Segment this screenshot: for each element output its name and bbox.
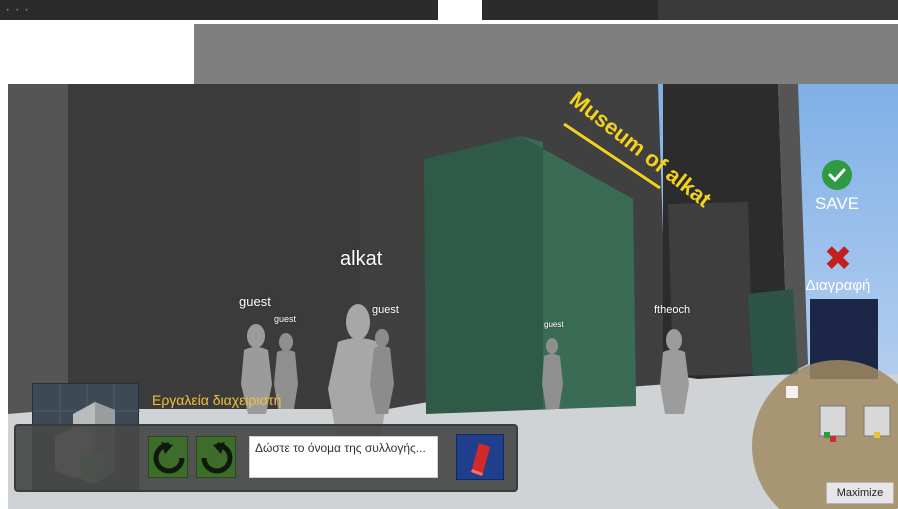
collection-name-placeholder: Δώστε το όνομα της συλλογής... — [255, 441, 426, 455]
eraser-button[interactable] — [456, 434, 504, 480]
building-left-edge — [8, 84, 68, 414]
delete-button[interactable]: ✖ Διαγραφή — [798, 239, 878, 299]
titlebar-right-strip — [658, 0, 898, 20]
save-label: SAVE — [814, 194, 860, 213]
titlebar-notch — [438, 0, 482, 20]
player-tag-ftheoch: ftheoch — [654, 304, 691, 316]
eraser-icon — [471, 443, 490, 476]
rotate-right-button[interactable] — [196, 436, 236, 478]
check-circle-icon — [822, 160, 852, 190]
top-header-bar — [194, 24, 898, 84]
rotate-cw-icon — [201, 442, 233, 474]
player-tag-guest: guest — [239, 294, 271, 309]
x-icon: ✖ — [823, 239, 853, 279]
player-tag-guest: guest — [372, 304, 399, 316]
right-pillar — [668, 202, 753, 376]
top-left-panel — [8, 24, 194, 84]
player-tag-alkat: alkat — [340, 248, 383, 270]
window-titlebar: • • • — [0, 0, 898, 20]
save-button[interactable]: SAVE — [808, 160, 866, 224]
rotate-left-button[interactable] — [148, 436, 188, 478]
delete-label: Διαγραφή — [805, 277, 871, 294]
player-tag-guest: guest — [274, 314, 297, 324]
window-controls-icon[interactable]: • • • — [6, 7, 30, 14]
rotate-ccw-icon — [153, 442, 185, 474]
admin-tools-label: Εργαλεία διαχειριστή — [152, 392, 282, 408]
main-building-left — [63, 84, 360, 409]
maximize-button[interactable]: Maximize — [826, 482, 894, 504]
collection-name-input[interactable]: Δώστε το όνομα της συλλογής... — [249, 436, 438, 478]
player-tag-guest: guest — [544, 320, 564, 329]
